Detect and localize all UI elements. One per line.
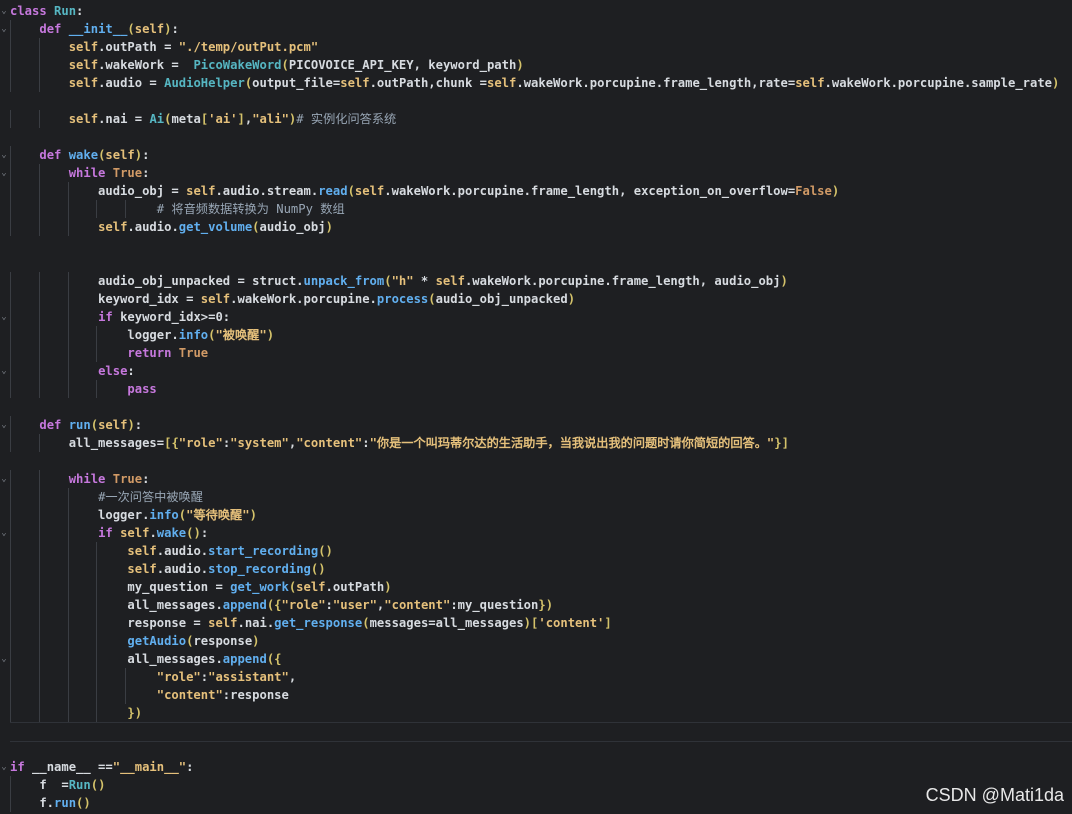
current-line-highlight	[10, 722, 1072, 742]
code-line[interactable]: all_messages.append({	[10, 650, 281, 668]
code-line[interactable]: def wake(self):	[10, 146, 149, 164]
code-line[interactable]: all_messages=[{"role":"system","content"…	[10, 434, 789, 452]
code-line[interactable]: })	[10, 704, 142, 722]
code-line[interactable]: def run(self):	[10, 416, 142, 434]
code-line[interactable]: getAudio(response)	[10, 632, 259, 650]
code-line[interactable]: my_question = get_work(self.outPath)	[10, 578, 391, 596]
code-line[interactable]: if self.wake():	[10, 524, 208, 542]
code-line[interactable]: self.audio.stop_recording()	[10, 560, 325, 578]
code-line[interactable]: response = self.nai.get_response(message…	[10, 614, 611, 632]
code-line[interactable]: pass	[10, 380, 156, 398]
code-line[interactable]: if __name__ =="__main__":	[10, 758, 193, 776]
code-line[interactable]: keyword_idx = self.wakeWork.porcupine.pr…	[10, 290, 575, 308]
watermark: CSDN @Mati1da	[925, 785, 1064, 805]
fold-chevron-icon[interactable]: ⌄	[0, 2, 8, 20]
fold-chevron-icon[interactable]: ⌄	[0, 20, 8, 38]
code-line[interactable]: while True:	[10, 470, 150, 488]
code-line[interactable]: while True:	[10, 164, 150, 182]
code-line[interactable]: logger.info("被唤醒")	[10, 326, 274, 344]
code-line[interactable]: else:	[10, 362, 135, 380]
code-line[interactable]: self.outPath = "./temp/outPut.pcm"	[10, 38, 319, 56]
code-line[interactable]: f =Run()	[10, 776, 105, 794]
fold-chevron-icon[interactable]: ⌄	[0, 164, 8, 182]
code-line[interactable]: #一次问答中被唤醒	[10, 488, 203, 506]
code-line[interactable]: self.nai = Ai(meta['ai'],"ali")# 实例化问答系统	[10, 110, 397, 128]
code-line[interactable]: "role":"assistant",	[10, 668, 296, 686]
code-line[interactable]: self.audio.get_volume(audio_obj)	[10, 218, 333, 236]
fold-chevron-icon[interactable]: ⌄	[0, 416, 8, 434]
fold-chevron-icon[interactable]: ⌄	[0, 524, 8, 542]
code-line[interactable]: class Run:	[10, 2, 83, 20]
code-line[interactable]: all_messages.append({"role":"user","cont…	[10, 596, 553, 614]
code-line[interactable]: self.audio.start_recording()	[10, 542, 332, 560]
code-line[interactable]: return True	[10, 344, 208, 362]
code-line[interactable]: audio_obj = self.audio.stream.read(self.…	[10, 182, 839, 200]
fold-chevron-icon[interactable]: ⌄	[0, 308, 8, 326]
code-line[interactable]: logger.info("等待唤醒")	[10, 506, 257, 524]
code-line[interactable]: def __init__(self):	[10, 20, 178, 38]
fold-chevron-icon[interactable]: ⌄	[0, 650, 8, 668]
fold-chevron-icon[interactable]: ⌄	[0, 470, 8, 488]
code-line[interactable]: self.wakeWork = PicoWakeWord(PICOVOICE_A…	[10, 56, 524, 74]
fold-chevron-icon[interactable]: ⌄	[0, 362, 8, 380]
code-line[interactable]: self.audio = AudioHelper(output_file=sel…	[10, 74, 1060, 92]
code-line[interactable]: audio_obj_unpacked = struct.unpack_from(…	[10, 272, 788, 290]
code-line[interactable]: # 将音频数据转换为 NumPy 数组	[10, 200, 345, 218]
code-line[interactable]: if keyword_idx>=0:	[10, 308, 230, 326]
code-line[interactable]: "content":response	[10, 686, 289, 704]
fold-chevron-icon[interactable]: ⌄	[0, 146, 8, 164]
code-editor[interactable]: class Run: ⌄ def __init__(self): ⌄ self.ou…	[0, 0, 1072, 814]
fold-chevron-icon[interactable]: ⌄	[0, 758, 8, 776]
code-line[interactable]: f.run()	[10, 794, 90, 812]
